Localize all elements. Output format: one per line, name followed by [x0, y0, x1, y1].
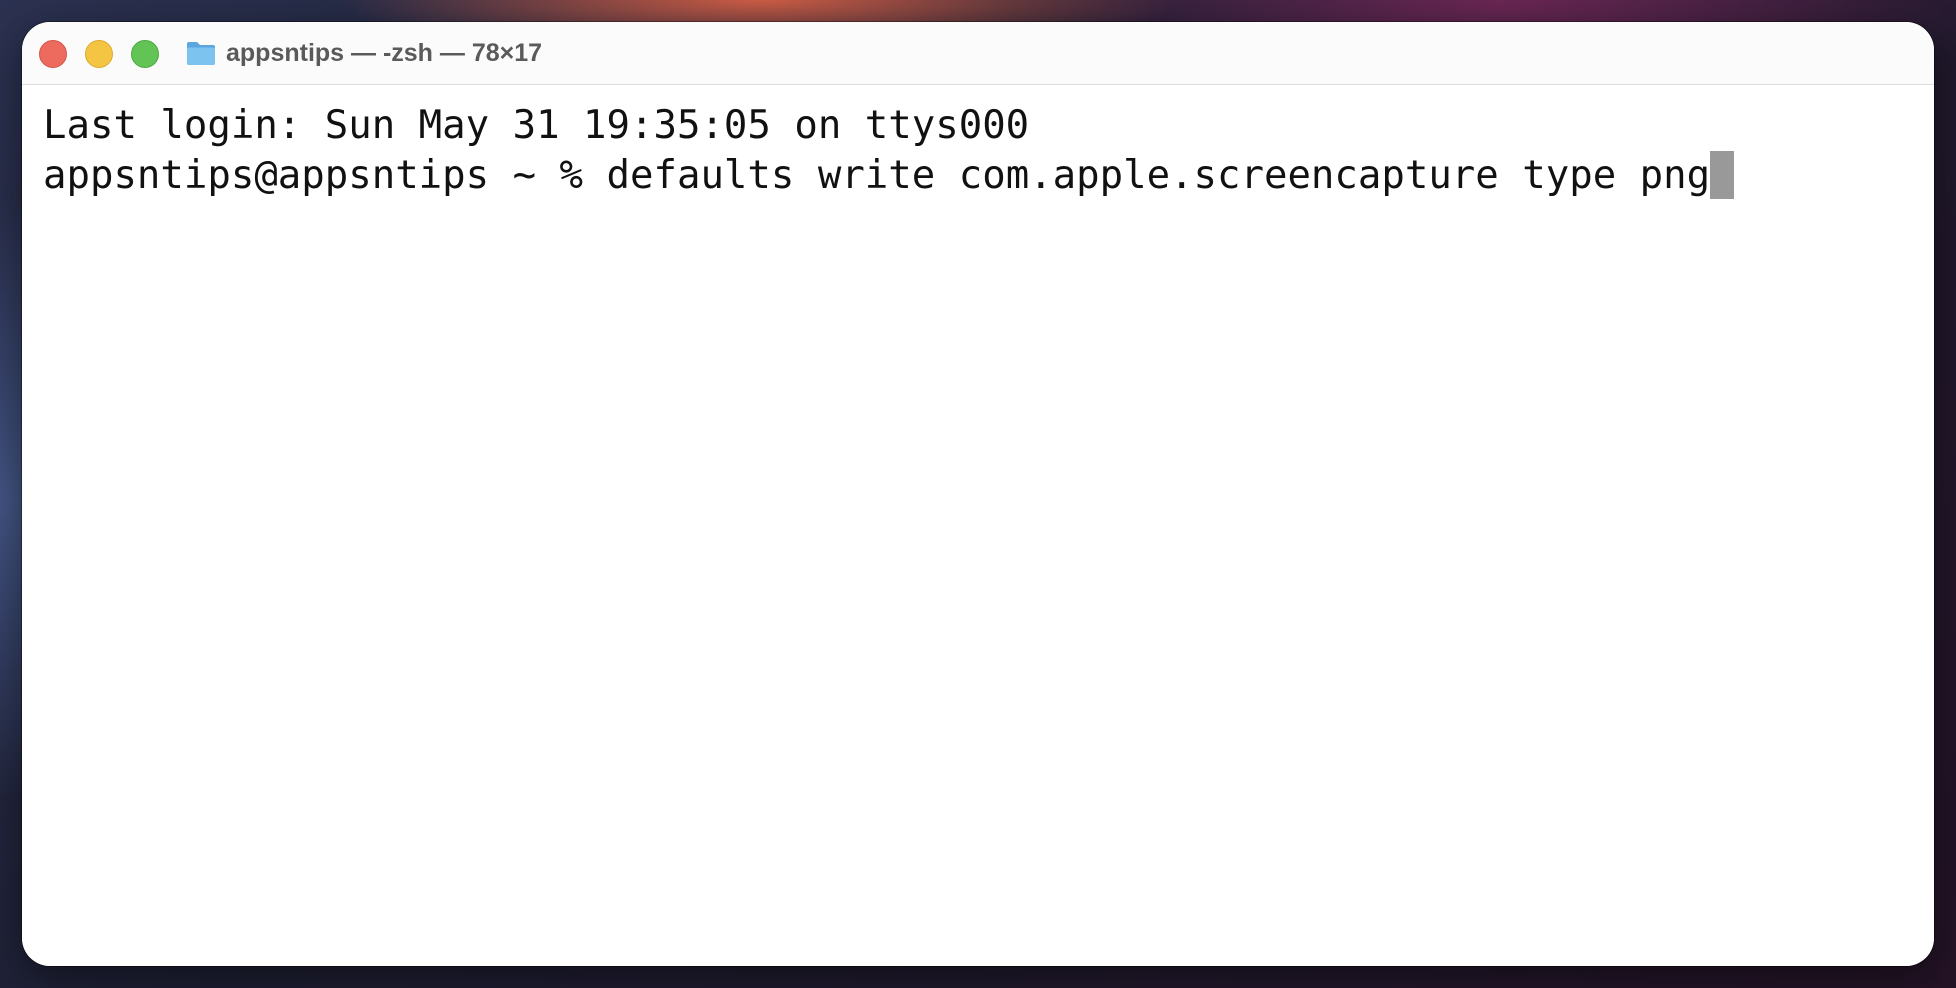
title-bar[interactable]: appsntips — -zsh — 78×17: [22, 22, 1934, 85]
minimize-button[interactable]: [85, 40, 113, 68]
last-login-line: Last login: Sun May 31 19:35:05 on ttys0…: [43, 103, 1030, 148]
command-text[interactable]: defaults write com.apple.screencapture t…: [607, 153, 1711, 198]
command-line[interactable]: appsntips@appsntips ~ % defaults write c…: [43, 151, 1913, 201]
folder-icon: [186, 40, 216, 66]
window-title: appsntips — -zsh — 78×17: [186, 35, 542, 71]
text-cursor: [1710, 151, 1735, 199]
zoom-button[interactable]: [131, 40, 159, 68]
shell-prompt: appsntips@appsntips ~ %: [43, 153, 607, 198]
terminal-output[interactable]: Last login: Sun May 31 19:35:05 on ttys0…: [22, 85, 1934, 966]
close-button[interactable]: [39, 40, 67, 68]
terminal-window: appsntips — -zsh — 78×17 Last login: Sun…: [22, 22, 1934, 966]
window-title-text: appsntips — -zsh — 78×17: [226, 38, 543, 67]
